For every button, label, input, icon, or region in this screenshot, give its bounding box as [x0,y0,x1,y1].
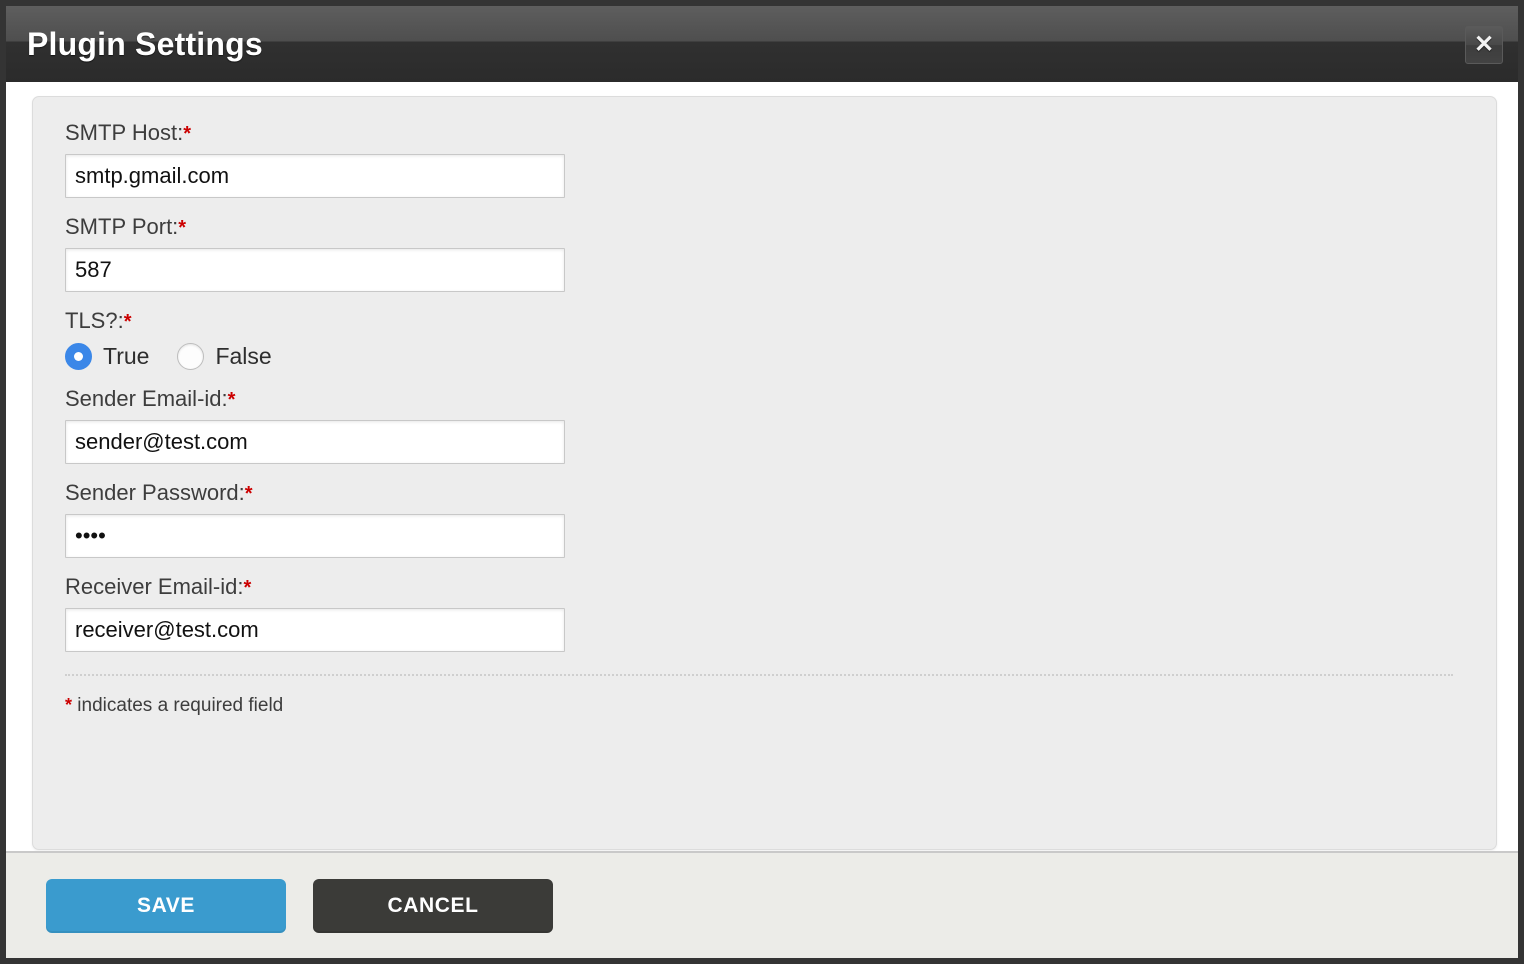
form-divider [65,674,1453,677]
tls-radio-group: True False [65,342,1466,370]
tls-radio-true-label: True [103,342,150,369]
tls-radio-false-label: False [215,342,272,369]
close-button[interactable]: ✕ [1465,26,1503,64]
smtp-port-label: SMTP Port:* [65,214,1466,240]
required-asterisk: * [227,388,236,411]
required-asterisk: * [244,482,253,505]
required-asterisk: * [65,695,73,716]
receiver-email-label-text: Receiver Email-id: [65,573,244,599]
required-field-note: * indicates a required field [65,695,1466,717]
radio-selected-icon[interactable] [65,342,92,370]
dialog-title: Plugin Settings [27,25,263,62]
tls-radio-true[interactable]: True [65,342,150,370]
smtp-port-input[interactable] [65,248,565,293]
receiver-email-label: Receiver Email-id:* [65,573,1466,599]
plugin-settings-dialog: Plugin Settings ✕ SMTP Host:* SMTP Port:… [0,0,1524,964]
sender-email-label-text: Sender Email-id: [65,385,228,411]
smtp-host-label: SMTP Host:* [65,120,1466,145]
close-icon: ✕ [1473,31,1495,58]
required-asterisk: * [183,123,191,145]
field-smtp-host: SMTP Host:* [65,120,1466,199]
sender-password-label: Sender Password:* [65,479,1466,505]
dialog-footer: SAVE CANCEL [6,851,1518,958]
required-field-note-text: indicates a required field [77,695,284,717]
settings-form-panel: SMTP Host:* SMTP Port:* TLS?:* [32,96,1497,850]
sender-email-label: Sender Email-id:* [65,385,1466,411]
tls-label: TLS?:* [65,308,1466,334]
required-asterisk: * [178,217,187,240]
required-asterisk: * [243,576,252,599]
field-sender-email: Sender Email-id:* [65,385,1466,464]
sender-password-label-text: Sender Password: [65,479,245,505]
field-receiver-email: Receiver Email-id:* [65,573,1466,653]
cancel-button[interactable]: CANCEL [313,878,553,933]
dialog-titlebar: Plugin Settings ✕ [6,6,1518,82]
field-smtp-port: SMTP Port:* [65,214,1466,293]
sender-password-input[interactable] [65,513,565,558]
smtp-host-label-text: SMTP Host: [65,120,184,145]
field-tls: TLS?:* True False [65,308,1466,370]
tls-radio-false[interactable]: False [177,342,272,370]
radio-unselected-icon[interactable] [177,342,205,370]
tls-label-text: TLS?: [65,308,124,334]
receiver-email-input[interactable] [65,608,565,653]
smtp-host-input[interactable] [65,154,565,199]
dialog-body: SMTP Host:* SMTP Port:* TLS?:* [6,82,1518,851]
required-asterisk: * [123,311,132,334]
sender-email-input[interactable] [65,419,565,464]
smtp-port-label-text: SMTP Port: [65,214,179,240]
field-sender-password: Sender Password:* [65,479,1466,558]
save-button[interactable]: SAVE [46,878,286,933]
